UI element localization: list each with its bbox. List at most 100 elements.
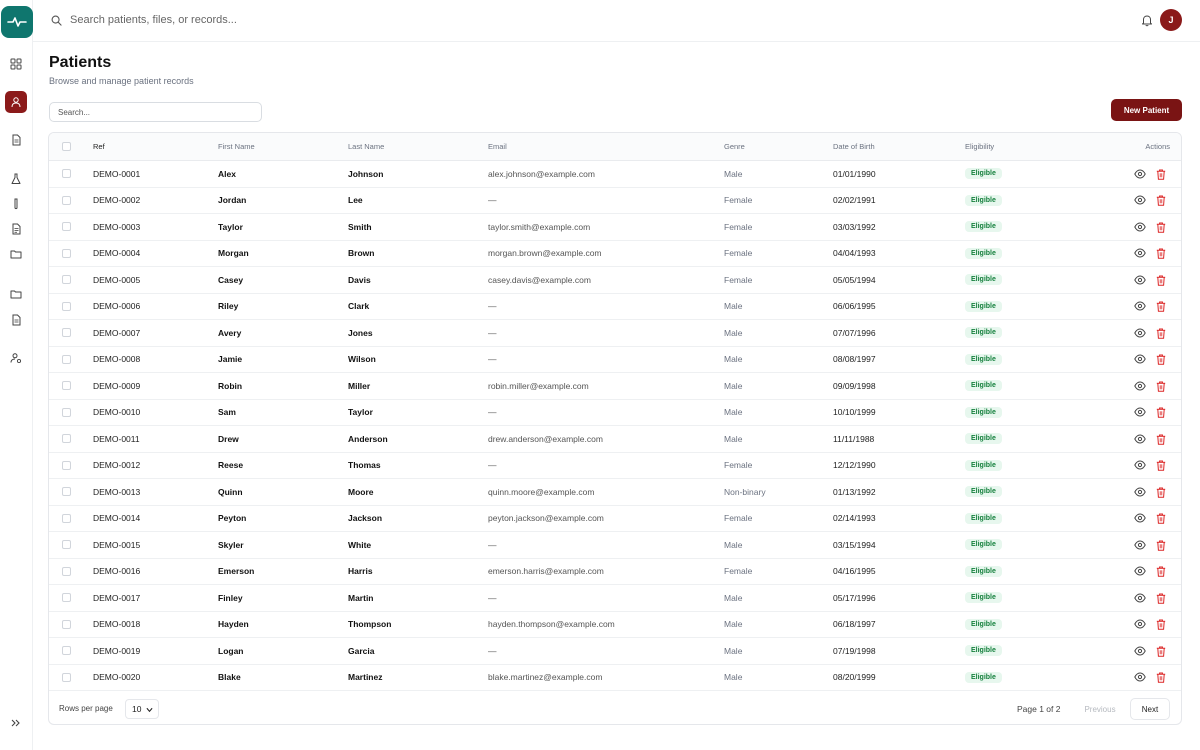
delete-trash-icon[interactable] [1156,487,1166,498]
nav-lab[interactable] [5,168,27,190]
delete-trash-icon[interactable] [1156,407,1166,418]
view-eye-icon[interactable] [1134,513,1146,523]
row-checkbox[interactable] [62,248,71,258]
row-checkbox[interactable] [62,354,71,364]
row-checkbox[interactable] [62,672,71,682]
table-row[interactable]: DEMO-0010 Sam Taylor — Male 10/10/1999 Eligibl… [49,400,1181,426]
view-eye-icon[interactable] [1134,222,1146,232]
table-row[interactable]: DEMO-0004 Morgan Brown morgan.brown@example… [49,241,1181,267]
view-eye-icon[interactable] [1134,301,1146,311]
table-row[interactable]: DEMO-0002 Jordan Lee — Female 02/02/1991 Eligi… [49,188,1181,214]
notification-bell-icon[interactable] [1140,13,1154,27]
delete-trash-icon[interactable] [1156,195,1166,206]
row-checkbox[interactable] [62,328,71,338]
table-row[interactable]: DEMO-0011 Drew Anderson drew.anderson@examp… [49,426,1181,453]
row-checkbox[interactable] [62,169,71,179]
delete-trash-icon[interactable] [1156,169,1166,180]
delete-trash-icon[interactable] [1156,672,1166,683]
delete-trash-icon[interactable] [1156,513,1166,524]
table-row[interactable]: DEMO-0015 Skyler White — Male 03/15/1994 Eligi… [49,532,1181,559]
row-checkbox[interactable] [62,487,71,497]
patient-search-input[interactable] [49,102,262,122]
column-header-dob[interactable]: Date of Birth [833,133,875,160]
row-checkbox[interactable] [62,275,71,285]
expand-sidebar-icon[interactable] [10,717,22,729]
column-header-first-name[interactable]: First Name [218,133,255,160]
row-checkbox[interactable] [62,222,71,232]
previous-page-button[interactable]: Previous [1076,698,1124,720]
app-logo[interactable] [1,6,33,38]
view-eye-icon[interactable] [1134,434,1146,444]
view-eye-icon[interactable] [1134,540,1146,550]
view-eye-icon[interactable] [1134,407,1146,417]
table-row[interactable]: DEMO-0009 Robin Miller robin.miller@example… [49,373,1181,400]
nav-documents[interactable] [5,129,27,151]
view-eye-icon[interactable] [1134,487,1146,497]
delete-trash-icon[interactable] [1156,434,1166,445]
column-header-email[interactable]: Email [488,133,507,160]
nav-dashboard[interactable] [5,53,27,75]
table-row[interactable]: DEMO-0012 Reese Thomas — Female 12/12/1990 Eli… [49,453,1181,479]
table-row[interactable]: DEMO-0014 Peyton Jackson peyton.jackson@exa… [49,506,1181,532]
table-row[interactable]: DEMO-0008 Jamie Wilson — Male 08/08/1997 Eligi… [49,347,1181,373]
delete-trash-icon[interactable] [1156,275,1166,286]
row-checkbox[interactable] [62,513,71,523]
nav-files[interactable] [5,309,27,331]
view-eye-icon[interactable] [1134,460,1146,470]
column-header-last-name[interactable]: Last Name [348,133,384,160]
view-eye-icon[interactable] [1134,646,1146,656]
view-eye-icon[interactable] [1134,566,1146,576]
delete-trash-icon[interactable] [1156,301,1166,312]
view-eye-icon[interactable] [1134,169,1146,179]
row-checkbox[interactable] [62,566,71,576]
nav-patients[interactable] [5,91,27,113]
delete-trash-icon[interactable] [1156,381,1166,392]
view-eye-icon[interactable] [1134,195,1146,205]
column-header-eligibility[interactable]: Eligibility [965,133,994,160]
table-row[interactable]: DEMO-0018 Hayden Thompson hayden.thompson@e… [49,612,1181,638]
view-eye-icon[interactable] [1134,619,1146,629]
table-row[interactable]: DEMO-0013 Quinn Moore quinn.moore@example.c… [49,479,1181,506]
row-checkbox[interactable] [62,619,71,629]
global-search-input[interactable] [70,14,430,26]
row-checkbox[interactable] [62,407,71,417]
view-eye-icon[interactable] [1134,275,1146,285]
delete-trash-icon[interactable] [1156,593,1166,604]
table-row[interactable]: DEMO-0016 Emerson Harris emerson.harris@exa… [49,559,1181,585]
delete-trash-icon[interactable] [1156,354,1166,365]
row-checkbox[interactable] [62,460,71,470]
table-row[interactable]: DEMO-0017 Finley Martin — Male 05/17/1996 Elig… [49,585,1181,612]
delete-trash-icon[interactable] [1156,566,1166,577]
nav-reports[interactable] [5,218,27,240]
delete-trash-icon[interactable] [1156,619,1166,630]
row-checkbox[interactable] [62,381,71,391]
column-header-genre[interactable]: Genre [724,133,745,160]
column-header-ref[interactable]: Ref [93,133,105,160]
view-eye-icon[interactable] [1134,248,1146,258]
row-checkbox[interactable] [62,301,71,311]
rows-per-page-select[interactable]: 10 [125,699,159,719]
table-row[interactable]: DEMO-0019 Logan Garcia — Male 07/19/1998 Eligi… [49,638,1181,665]
delete-trash-icon[interactable] [1156,328,1166,339]
table-row[interactable]: DEMO-0003 Taylor Smith taylor.smith@example… [49,214,1181,241]
nav-tests[interactable] [5,193,27,215]
row-checkbox[interactable] [62,540,71,550]
table-row[interactable]: DEMO-0006 Riley Clark — Male 06/06/1995 Eligib… [49,294,1181,320]
new-patient-button[interactable]: New Patient [1111,99,1182,121]
table-row[interactable]: DEMO-0020 Blake Martinez blake.martinez@exa… [49,665,1181,691]
row-checkbox[interactable] [62,593,71,603]
delete-trash-icon[interactable] [1156,646,1166,657]
table-row[interactable]: DEMO-0001 Alex Johnson alex.johnson@example… [49,161,1181,188]
view-eye-icon[interactable] [1134,328,1146,338]
nav-archive[interactable] [5,283,27,305]
view-eye-icon[interactable] [1134,672,1146,682]
delete-trash-icon[interactable] [1156,540,1166,551]
view-eye-icon[interactable] [1134,381,1146,391]
nav-user-settings[interactable] [5,347,27,369]
table-row[interactable]: DEMO-0007 Avery Jones — Male 07/07/1996 Eligib… [49,320,1181,347]
delete-trash-icon[interactable] [1156,248,1166,259]
table-row[interactable]: DEMO-0005 Casey Davis casey.davis@example.c… [49,267,1181,294]
row-checkbox[interactable] [62,195,71,205]
nav-folders[interactable] [5,243,27,265]
next-page-button[interactable]: Next [1130,698,1170,720]
